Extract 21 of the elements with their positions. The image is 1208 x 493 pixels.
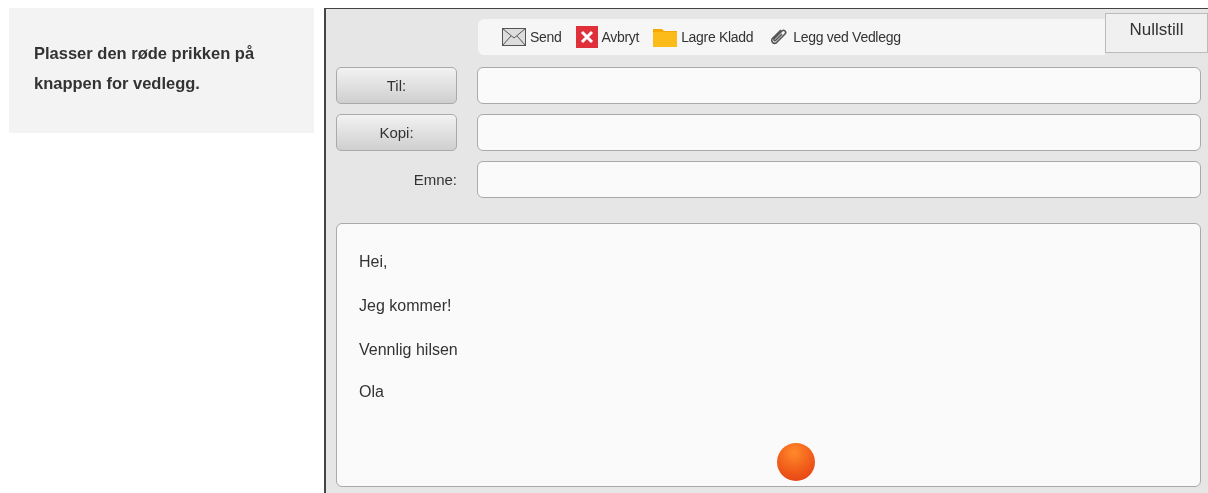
instruction-text: Plasser den røde prikken på knappen for vedlegg. bbox=[34, 43, 256, 94]
message-text: Ola bbox=[359, 382, 385, 402]
input-field[interactable] bbox=[477, 161, 1201, 198]
message-text: Jeg kommer! bbox=[359, 296, 453, 316]
recipient-button[interactable]: Kopi: bbox=[336, 114, 457, 151]
save-draft-button[interactable]: Lagre Kladd bbox=[653, 27, 754, 47]
envelope-icon bbox=[502, 28, 526, 46]
draggable-dot[interactable] bbox=[777, 443, 815, 481]
folder-icon bbox=[653, 27, 678, 47]
field-label: Emne: bbox=[412, 171, 457, 188]
send-button[interactable]: Send bbox=[502, 28, 562, 46]
message-text: Vennlig hilsen bbox=[359, 340, 459, 360]
cancel-button[interactable]: Avbryt bbox=[575, 26, 640, 48]
attach-button[interactable]: Legg ved Vedlegg bbox=[767, 26, 901, 48]
message-body-field[interactable]: Hei, Jeg kommer! Vennlig hilsen Ola bbox=[336, 223, 1201, 487]
recipient-button[interactable]: Til: bbox=[336, 67, 457, 104]
message-text: Hei, bbox=[359, 252, 389, 272]
input-field[interactable] bbox=[477, 67, 1201, 104]
input-field[interactable] bbox=[477, 114, 1201, 151]
reset-button[interactable]: Nullstill bbox=[1105, 13, 1208, 53]
close-icon bbox=[575, 26, 598, 48]
